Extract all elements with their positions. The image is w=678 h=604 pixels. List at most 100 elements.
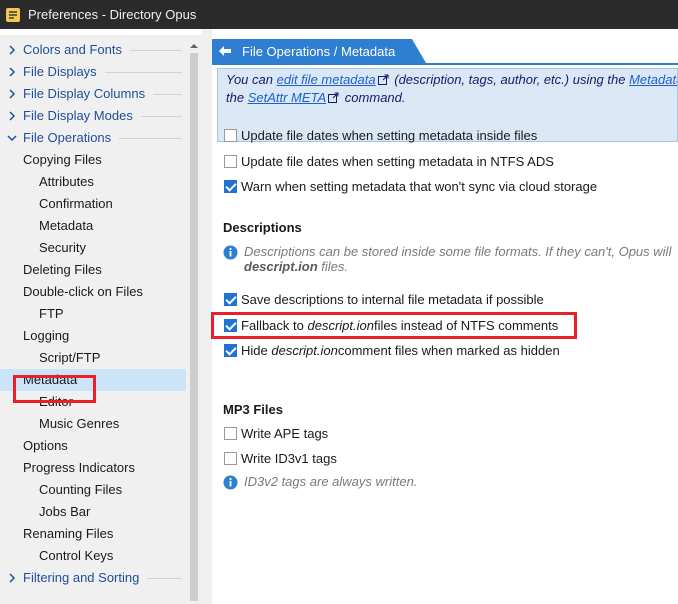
note-filename: descript.ion — [244, 259, 318, 274]
external-link-icon — [328, 91, 339, 103]
sidebar-item[interactable]: Jobs Bar — [0, 501, 186, 523]
option-hide-descript-ion[interactable]: Hide descript.ion comment files when mar… — [224, 340, 560, 360]
sidebar-item-label: Double-click on Files — [23, 284, 143, 299]
sidebar-item-label: Jobs Bar — [39, 504, 91, 519]
sidebar-item[interactable]: Renaming Files — [0, 523, 186, 545]
category-separator — [147, 578, 182, 579]
sidebar-item[interactable]: Filtering and Sorting — [0, 567, 186, 589]
sidebar-item[interactable]: Security — [0, 237, 186, 259]
option-label: Write ID3v1 tags — [241, 450, 337, 466]
sidebar-item[interactable]: Control Keys — [0, 545, 186, 567]
scrollbar-thumb[interactable] — [190, 53, 198, 601]
sidebar-item-label: FTP — [39, 306, 64, 321]
sidebar-item[interactable]: Logging — [0, 325, 186, 347]
option-warn-cloud-sync[interactable]: Warn when setting metadata that won't sy… — [224, 176, 597, 196]
chevron-down-icon[interactable] — [6, 132, 18, 144]
option-write-id3v1-tags[interactable]: Write ID3v1 tags — [224, 448, 337, 468]
checkbox[interactable] — [224, 128, 237, 142]
sidebar-item[interactable]: File Display Modes — [0, 105, 186, 127]
sidebar-item[interactable]: Options — [0, 435, 186, 457]
sidebar-item[interactable]: Colors and Fonts — [0, 39, 186, 61]
mp3-note: ID3v2 tags are always written. — [223, 474, 417, 490]
sidebar-item-label: Attributes — [39, 174, 94, 189]
sidebar-item[interactable]: File Displays — [0, 61, 186, 83]
sidebar-item-label: Control Keys — [39, 548, 114, 563]
metadata-panel-link[interactable]: Metadata — [629, 72, 677, 87]
sidebar-item[interactable]: Double-click on Files — [0, 281, 186, 303]
checkbox[interactable] — [224, 292, 237, 306]
sidebar-item-label: Filtering and Sorting — [23, 570, 140, 585]
banner-text-4: command. — [341, 90, 406, 105]
mp3-note-text: ID3v2 tags are always written. — [244, 474, 418, 489]
sidebar-item[interactable]: Attributes — [0, 171, 186, 193]
scroll-up-icon[interactable] — [189, 39, 199, 49]
banner-text-1: You can — [226, 72, 277, 87]
sidebar-item-label: Copying Files — [23, 152, 102, 167]
option-update-dates-ntfs-ads[interactable]: Update file dates when setting metadata … — [224, 151, 554, 171]
category-separator — [119, 138, 182, 139]
descriptions-heading: Descriptions — [223, 220, 302, 235]
sidebar-item[interactable]: File Display Columns — [0, 83, 186, 105]
checkbox[interactable] — [224, 154, 237, 168]
sidebar-item-label: File Operations — [23, 130, 112, 145]
sidebar-item-label: File Displays — [23, 64, 97, 79]
sidebar-item-label: Music Genres — [39, 416, 120, 431]
sidebar-item-label: Confirmation — [39, 196, 113, 211]
category-separator — [141, 116, 182, 117]
chevron-right-icon[interactable] — [6, 110, 18, 122]
checkbox[interactable] — [224, 451, 237, 465]
sidebar-item[interactable]: Script/FTP — [0, 347, 186, 369]
chevron-right-icon[interactable] — [6, 572, 18, 584]
category-separator — [153, 94, 182, 95]
checkbox[interactable] — [224, 179, 237, 193]
setattr-meta-link[interactable]: SetAttr META — [248, 90, 327, 105]
sidebar-item[interactable]: FTP — [0, 303, 186, 325]
option-label: Write APE tags — [241, 425, 329, 441]
option-label: Update file dates when setting metadata … — [241, 153, 554, 169]
sidebar-item-label: Progress Indicators — [23, 460, 135, 475]
sidebar-item-label: Metadata — [39, 218, 94, 233]
sidebar-item-label: File Display Modes — [23, 108, 133, 123]
chevron-right-icon[interactable] — [6, 44, 18, 56]
page-header: File Operations / Metadata — [212, 35, 678, 65]
sidebar-highlight-box — [13, 375, 96, 403]
sidebar-item[interactable]: Confirmation — [0, 193, 186, 215]
option-highlight-box — [211, 312, 577, 339]
option-write-ape-tags[interactable]: Write APE tags — [224, 423, 328, 443]
info-icon — [223, 245, 238, 260]
app-icon — [6, 7, 20, 22]
sidebar: Colors and Fonts File Displays File Displa… — [0, 35, 202, 604]
sidebar-item[interactable]: Deleting Files — [0, 259, 186, 281]
sidebar-item[interactable]: Music Genres — [0, 413, 186, 435]
sidebar-item[interactable]: Counting Files — [0, 479, 186, 501]
sidebar-item[interactable]: Progress Indicators — [0, 457, 186, 479]
option-label: Save descriptions to internal file metad… — [241, 291, 544, 307]
info-icon — [223, 475, 238, 490]
external-link-icon — [377, 73, 389, 85]
note-line-1: Descriptions can be stored inside some f… — [244, 244, 672, 259]
option-label-b: comment files when marked as hidden — [337, 342, 560, 358]
checkbox[interactable] — [224, 426, 237, 440]
chevron-right-icon[interactable] — [6, 88, 18, 100]
sidebar-item-label: Security — [39, 240, 86, 255]
sidebar-item-label: File Display Columns — [23, 86, 146, 101]
sidebar-item-label: Counting Files — [39, 482, 123, 497]
option-label: Warn when setting metadata that won't sy… — [241, 178, 598, 194]
checkbox[interactable] — [224, 343, 237, 357]
option-label: Update file dates when setting metadata … — [241, 127, 538, 143]
option-save-descriptions-internal[interactable]: Save descriptions to internal file metad… — [224, 289, 544, 309]
option-label-filename: descript.ion — [271, 342, 338, 358]
option-update-dates-inside-files[interactable]: Update file dates when setting metadata … — [224, 125, 537, 145]
sidebar-item[interactable]: Metadata — [0, 215, 186, 237]
sidebar-scrollbar[interactable] — [186, 35, 202, 604]
banner-text-2: (description, tags, author, etc.) using … — [390, 72, 630, 87]
sidebar-item[interactable]: File Operations — [0, 127, 186, 149]
title-bar: Preferences - Directory Opus — [0, 0, 678, 29]
chevron-right-icon[interactable] — [6, 66, 18, 78]
edit-file-metadata-link[interactable]: edit file metadata — [277, 72, 376, 87]
sidebar-item-label: Deleting Files — [23, 262, 102, 277]
note-line-2: files. — [317, 259, 349, 274]
sidebar-item[interactable]: Copying Files — [0, 149, 186, 171]
page-tab: File Operations / Metadata — [212, 39, 426, 63]
back-forward-icon[interactable] — [218, 44, 232, 58]
